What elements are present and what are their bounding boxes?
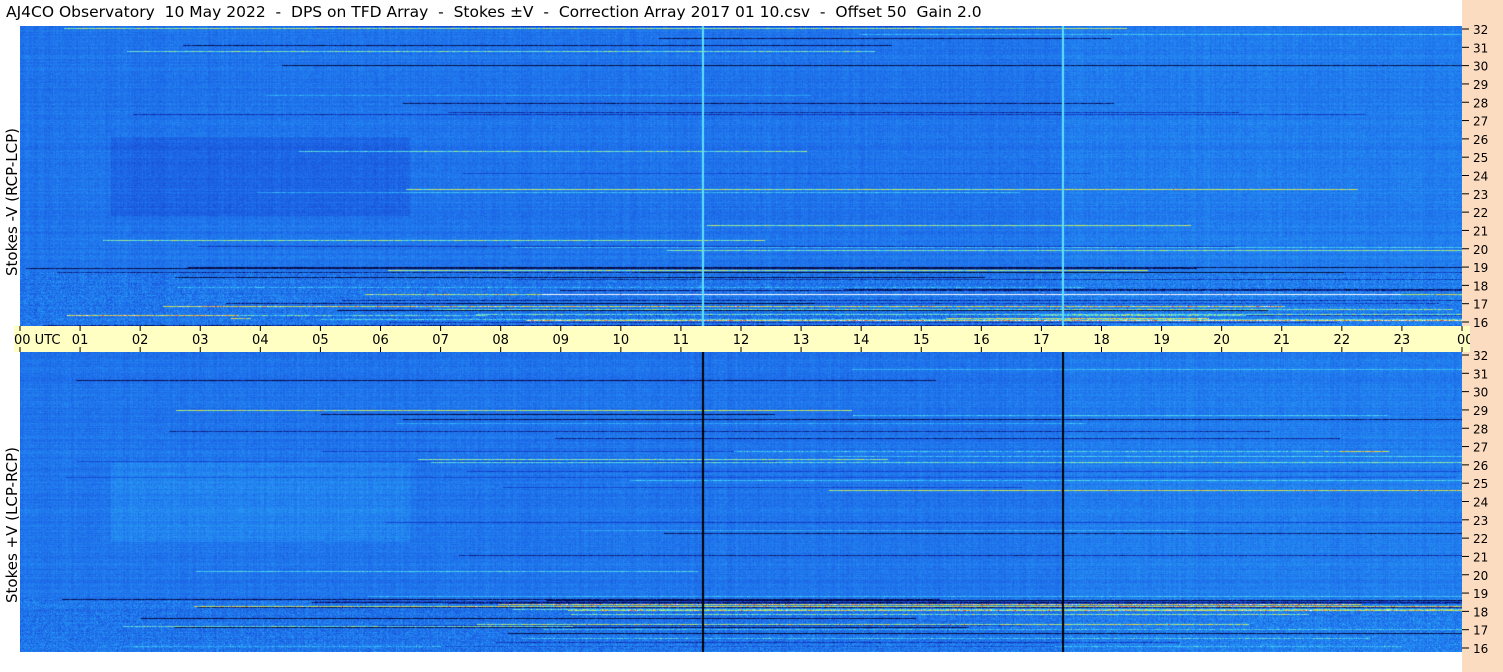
- time-tick-label: 19: [1153, 333, 1170, 348]
- time-tick-label: 18: [1093, 333, 1110, 348]
- freq-tick-label: 17: [1473, 624, 1488, 638]
- freq-tick-label: 20: [1473, 243, 1488, 257]
- time-tick-label: 05: [312, 333, 329, 348]
- time-tick-label: 10: [613, 333, 630, 348]
- time-axis: 00 UTC 01 02 03 04 05 06 07 08 09 10 11 12 13 14 15 16 17…: [14, 326, 1470, 352]
- spectrogram-top-stokes-minus-v: [20, 26, 1462, 326]
- freq-tick-label: 17: [1473, 298, 1488, 312]
- freq-tick-label: 18: [1473, 605, 1488, 619]
- top-panel-ylabel: Stokes -V (RCP-LCP): [3, 128, 21, 276]
- chart-title: AJ4CO Observatory 10 May 2022 - DPS on T…: [6, 3, 982, 21]
- frequency-axes: 32 31 30 29 28 27 26 25 24 23 22 21 20 19 18 17 16 32 31 30…: [1462, 23, 1488, 656]
- freq-tick-label: 30: [1473, 60, 1488, 74]
- freq-tick-label: 19: [1473, 587, 1488, 601]
- freq-tick-label: 30: [1473, 386, 1488, 400]
- time-tick-label: 16: [973, 333, 990, 348]
- time-tick-label: 02: [132, 333, 149, 348]
- time-tick-label: 04: [252, 333, 269, 348]
- freq-tick-label: 23: [1473, 188, 1488, 202]
- freq-tick-label: 32: [1473, 23, 1488, 37]
- time-tick-label: 23: [1394, 333, 1411, 348]
- freq-tick-label: 32: [1473, 349, 1488, 363]
- time-tick-label: 08: [492, 333, 509, 348]
- time-tick-label: 09: [552, 333, 569, 348]
- time-tick-label: 22: [1334, 333, 1351, 348]
- spectrogram-bottom-stokes-plus-v: [20, 352, 1462, 652]
- freq-tick-label: 27: [1473, 115, 1488, 129]
- freq-tick-label: 16: [1473, 642, 1488, 656]
- time-tick-label: 12: [733, 333, 750, 348]
- freq-tick-label: 25: [1473, 151, 1488, 165]
- freq-tick-label: 21: [1473, 550, 1488, 564]
- freq-tick-label: 18: [1473, 279, 1488, 293]
- freq-tick-label: 26: [1473, 133, 1488, 147]
- freq-tick-label: 25: [1473, 477, 1488, 491]
- freq-tick-label: 27: [1473, 441, 1488, 455]
- freq-tick-label: 16: [1473, 316, 1488, 330]
- time-tick-label: 21: [1273, 333, 1290, 348]
- freq-tick-label: 22: [1473, 206, 1488, 220]
- freq-tick-label: 20: [1473, 569, 1488, 583]
- freq-tick-label: 21: [1473, 224, 1488, 238]
- time-tick-label: 17: [1033, 333, 1050, 348]
- time-tick-label: 07: [432, 333, 449, 348]
- time-tick-label: 00 UTC: [14, 333, 60, 348]
- freq-tick-label: 24: [1473, 170, 1488, 184]
- freq-tick-label: 24: [1473, 496, 1488, 510]
- freq-tick-label: 28: [1473, 422, 1488, 436]
- freq-tick-label: 31: [1473, 367, 1488, 381]
- freq-tick-label: 19: [1473, 261, 1488, 275]
- bottom-panel-ylabel: Stokes +V (LCP-RCP): [3, 447, 21, 603]
- time-tick-label: 01: [72, 333, 89, 348]
- freq-tick-label: 22: [1473, 532, 1488, 546]
- freq-tick-label: 31: [1473, 41, 1488, 55]
- freq-tick-label: 29: [1473, 404, 1488, 418]
- time-tick-label: 13: [793, 333, 810, 348]
- freq-tick-label: 23: [1473, 514, 1488, 528]
- time-tick-label: 14: [853, 333, 870, 348]
- time-tick-label: 11: [673, 333, 690, 348]
- freq-tick-label: 26: [1473, 459, 1488, 473]
- freq-tick-label: 28: [1473, 96, 1488, 110]
- time-tick-label: 20: [1213, 333, 1230, 348]
- time-tick-label: 03: [192, 333, 209, 348]
- freq-tick-label: 29: [1473, 78, 1488, 92]
- time-tick-label: 15: [913, 333, 930, 348]
- time-tick-label: 06: [372, 333, 389, 348]
